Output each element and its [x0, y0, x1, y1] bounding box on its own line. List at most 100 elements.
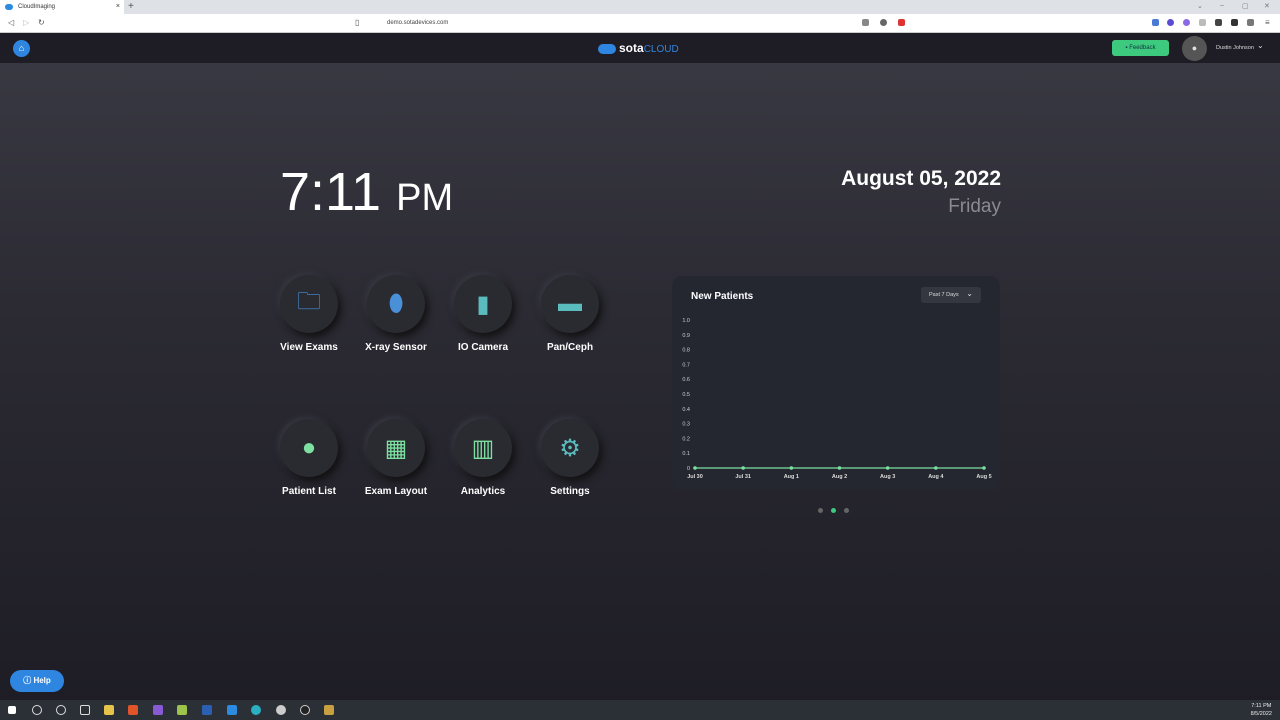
extension-icon[interactable]	[1152, 19, 1159, 26]
tile-button[interactable]: 🗀	[280, 275, 338, 333]
y-tick-label: 0.2	[682, 436, 690, 442]
brave-icon[interactable]	[128, 705, 138, 715]
layout-icon: ▦	[384, 434, 408, 462]
feedback-button[interactable]: ▪ Feedback	[1112, 40, 1169, 56]
windows-start-icon[interactable]	[8, 706, 16, 714]
folder-search-icon: 🗀	[297, 287, 321, 315]
extension-icon[interactable]	[862, 19, 869, 26]
y-tick-label: 0.4	[682, 407, 690, 413]
carousel-dot[interactable]	[844, 508, 849, 513]
tile-exam-layout[interactable]: ▦ Exam Layout	[356, 419, 436, 497]
bookmark-icon[interactable]: ▯	[355, 18, 359, 27]
current-date: August 05, 2022	[841, 167, 1001, 190]
maximize-button[interactable]: ▢	[1242, 2, 1249, 10]
tile-label: Analytics	[460, 486, 506, 497]
tile-settings[interactable]: ⚙ Settings	[530, 419, 610, 497]
carousel-dot[interactable]	[818, 508, 823, 513]
forward-button[interactable]: ▷	[23, 18, 29, 27]
panoramic-icon: ▬	[558, 290, 582, 317]
wallet-icon[interactable]	[1247, 19, 1254, 26]
tile-button[interactable]: ●	[280, 419, 338, 477]
file-explorer-icon[interactable]	[104, 705, 114, 715]
x-tick-label: Jul 31	[735, 474, 751, 480]
xray-sensor-icon: ⬮	[388, 290, 404, 317]
y-tick-label: 0.7	[682, 362, 690, 368]
extension-icon[interactable]	[1199, 19, 1206, 26]
tile-label: View Exams	[280, 342, 338, 353]
new-tab-button[interactable]: +	[128, 1, 134, 12]
minimize-button[interactable]: –	[1220, 2, 1224, 9]
tile-patient-list[interactable]: ● Patient List	[269, 419, 349, 497]
reload-button[interactable]: ↻	[38, 18, 45, 27]
visual-studio-icon[interactable]	[153, 705, 163, 715]
user-name[interactable]: Dustin Johnson	[1216, 45, 1254, 51]
tile-x-ray-sensor[interactable]: ⬮ X-ray Sensor	[356, 275, 436, 353]
tile-button[interactable]: ▦	[367, 419, 425, 477]
y-tick-label: 0.9	[682, 333, 690, 339]
vscode-icon[interactable]	[227, 705, 237, 715]
app-icon[interactable]	[324, 705, 334, 715]
logo-text: sota	[619, 41, 644, 55]
system-clock[interactable]: 7:11 PM 8/5/2022	[1251, 702, 1272, 718]
tile-view-exams[interactable]: 🗀 View Exams	[269, 275, 349, 353]
data-point	[837, 466, 842, 470]
app-icon[interactable]	[300, 705, 310, 715]
app-header: ⌂ sotaCLOUD ▪ Feedback ● Dustin Johnson …	[0, 33, 1280, 63]
chevron-down-icon[interactable]: ⌄	[1197, 2, 1203, 10]
extension-icon[interactable]	[1183, 19, 1190, 26]
extension-icon[interactable]	[1167, 19, 1174, 26]
browser-tab[interactable]: CloudImaging ×	[0, 0, 124, 14]
y-tick-label: 0.8	[682, 348, 690, 354]
help-button[interactable]: ⓘ Help	[10, 670, 64, 692]
tile-button[interactable]: ▥	[454, 419, 512, 477]
brave-shield-icon[interactable]	[880, 19, 887, 26]
home-button[interactable]: ⌂	[13, 40, 30, 57]
cortana-icon[interactable]	[56, 705, 66, 715]
new-patients-card: New Patients Past 7 Days ⌄ 0 0.1 0.2 0.3 0.4 0…	[672, 276, 1000, 490]
taskbar: 7:11 PM 8/5/2022	[0, 700, 1280, 720]
data-point	[982, 466, 986, 470]
system-date: 8/5/2022	[1250, 711, 1272, 717]
tile-label: Settings	[550, 486, 590, 497]
notepad-icon[interactable]	[177, 705, 187, 715]
app-icon[interactable]	[276, 705, 286, 715]
brave-rewards-icon[interactable]	[898, 19, 905, 26]
tile-label: Exam Layout	[364, 486, 428, 497]
help-label: Help	[33, 676, 51, 685]
menu-icon[interactable]: ≡	[1265, 18, 1270, 27]
x-tick-label: Aug 3	[880, 474, 895, 480]
edge-icon[interactable]	[251, 705, 261, 715]
word-icon[interactable]	[202, 705, 212, 715]
tile-label: X-ray Sensor	[365, 342, 427, 353]
system-time: 7:11 PM	[1251, 703, 1272, 709]
cloud-icon	[5, 4, 13, 10]
x-tick-label: Aug 2	[832, 474, 847, 480]
puzzle-icon[interactable]	[1231, 19, 1238, 26]
close-tab-icon[interactable]: ×	[116, 3, 120, 10]
bar-chart-icon: ▥	[471, 434, 495, 462]
back-button[interactable]: ◁	[8, 18, 14, 27]
new-patients-chart: 0 0.1 0.2 0.3 0.4 0.5 0.6 0.7 0.8 0.9 1.0 Jul 30 Jul…	[682, 318, 991, 480]
carousel-dots	[818, 500, 857, 518]
gear-icon: ⚙	[559, 434, 581, 462]
chevron-down-icon[interactable]: ⌄	[1257, 41, 1264, 50]
tile-pan-ceph[interactable]: ▬ Pan/Ceph	[530, 275, 610, 353]
tile-analytics[interactable]: ▥ Analytics	[443, 419, 523, 497]
close-window-button[interactable]: ✕	[1264, 2, 1270, 10]
tile-button[interactable]: ⚙	[541, 419, 599, 477]
url-input[interactable]: demo.sotadevices.com	[370, 17, 850, 30]
search-icon[interactable]	[32, 705, 42, 715]
time-ampm: PM	[396, 177, 454, 219]
task-view-icon[interactable]	[80, 705, 90, 715]
tile-label: Patient List	[282, 486, 336, 497]
help-icon: ⓘ	[23, 676, 34, 685]
extension-icon[interactable]	[1215, 19, 1222, 26]
tile-button[interactable]: ⬮	[367, 275, 425, 333]
tile-io-camera[interactable]: ▮ IO Camera	[443, 275, 523, 353]
carousel-dot-active[interactable]	[831, 508, 836, 513]
tile-button[interactable]: ▮	[454, 275, 512, 333]
tile-button[interactable]: ▬	[541, 275, 599, 333]
address-bar: ◁ ▷ ↻ ▯ demo.sotadevices.com ≡	[0, 14, 1280, 33]
y-tick-label: 1.0	[682, 318, 690, 324]
avatar[interactable]: ●	[1182, 36, 1207, 61]
